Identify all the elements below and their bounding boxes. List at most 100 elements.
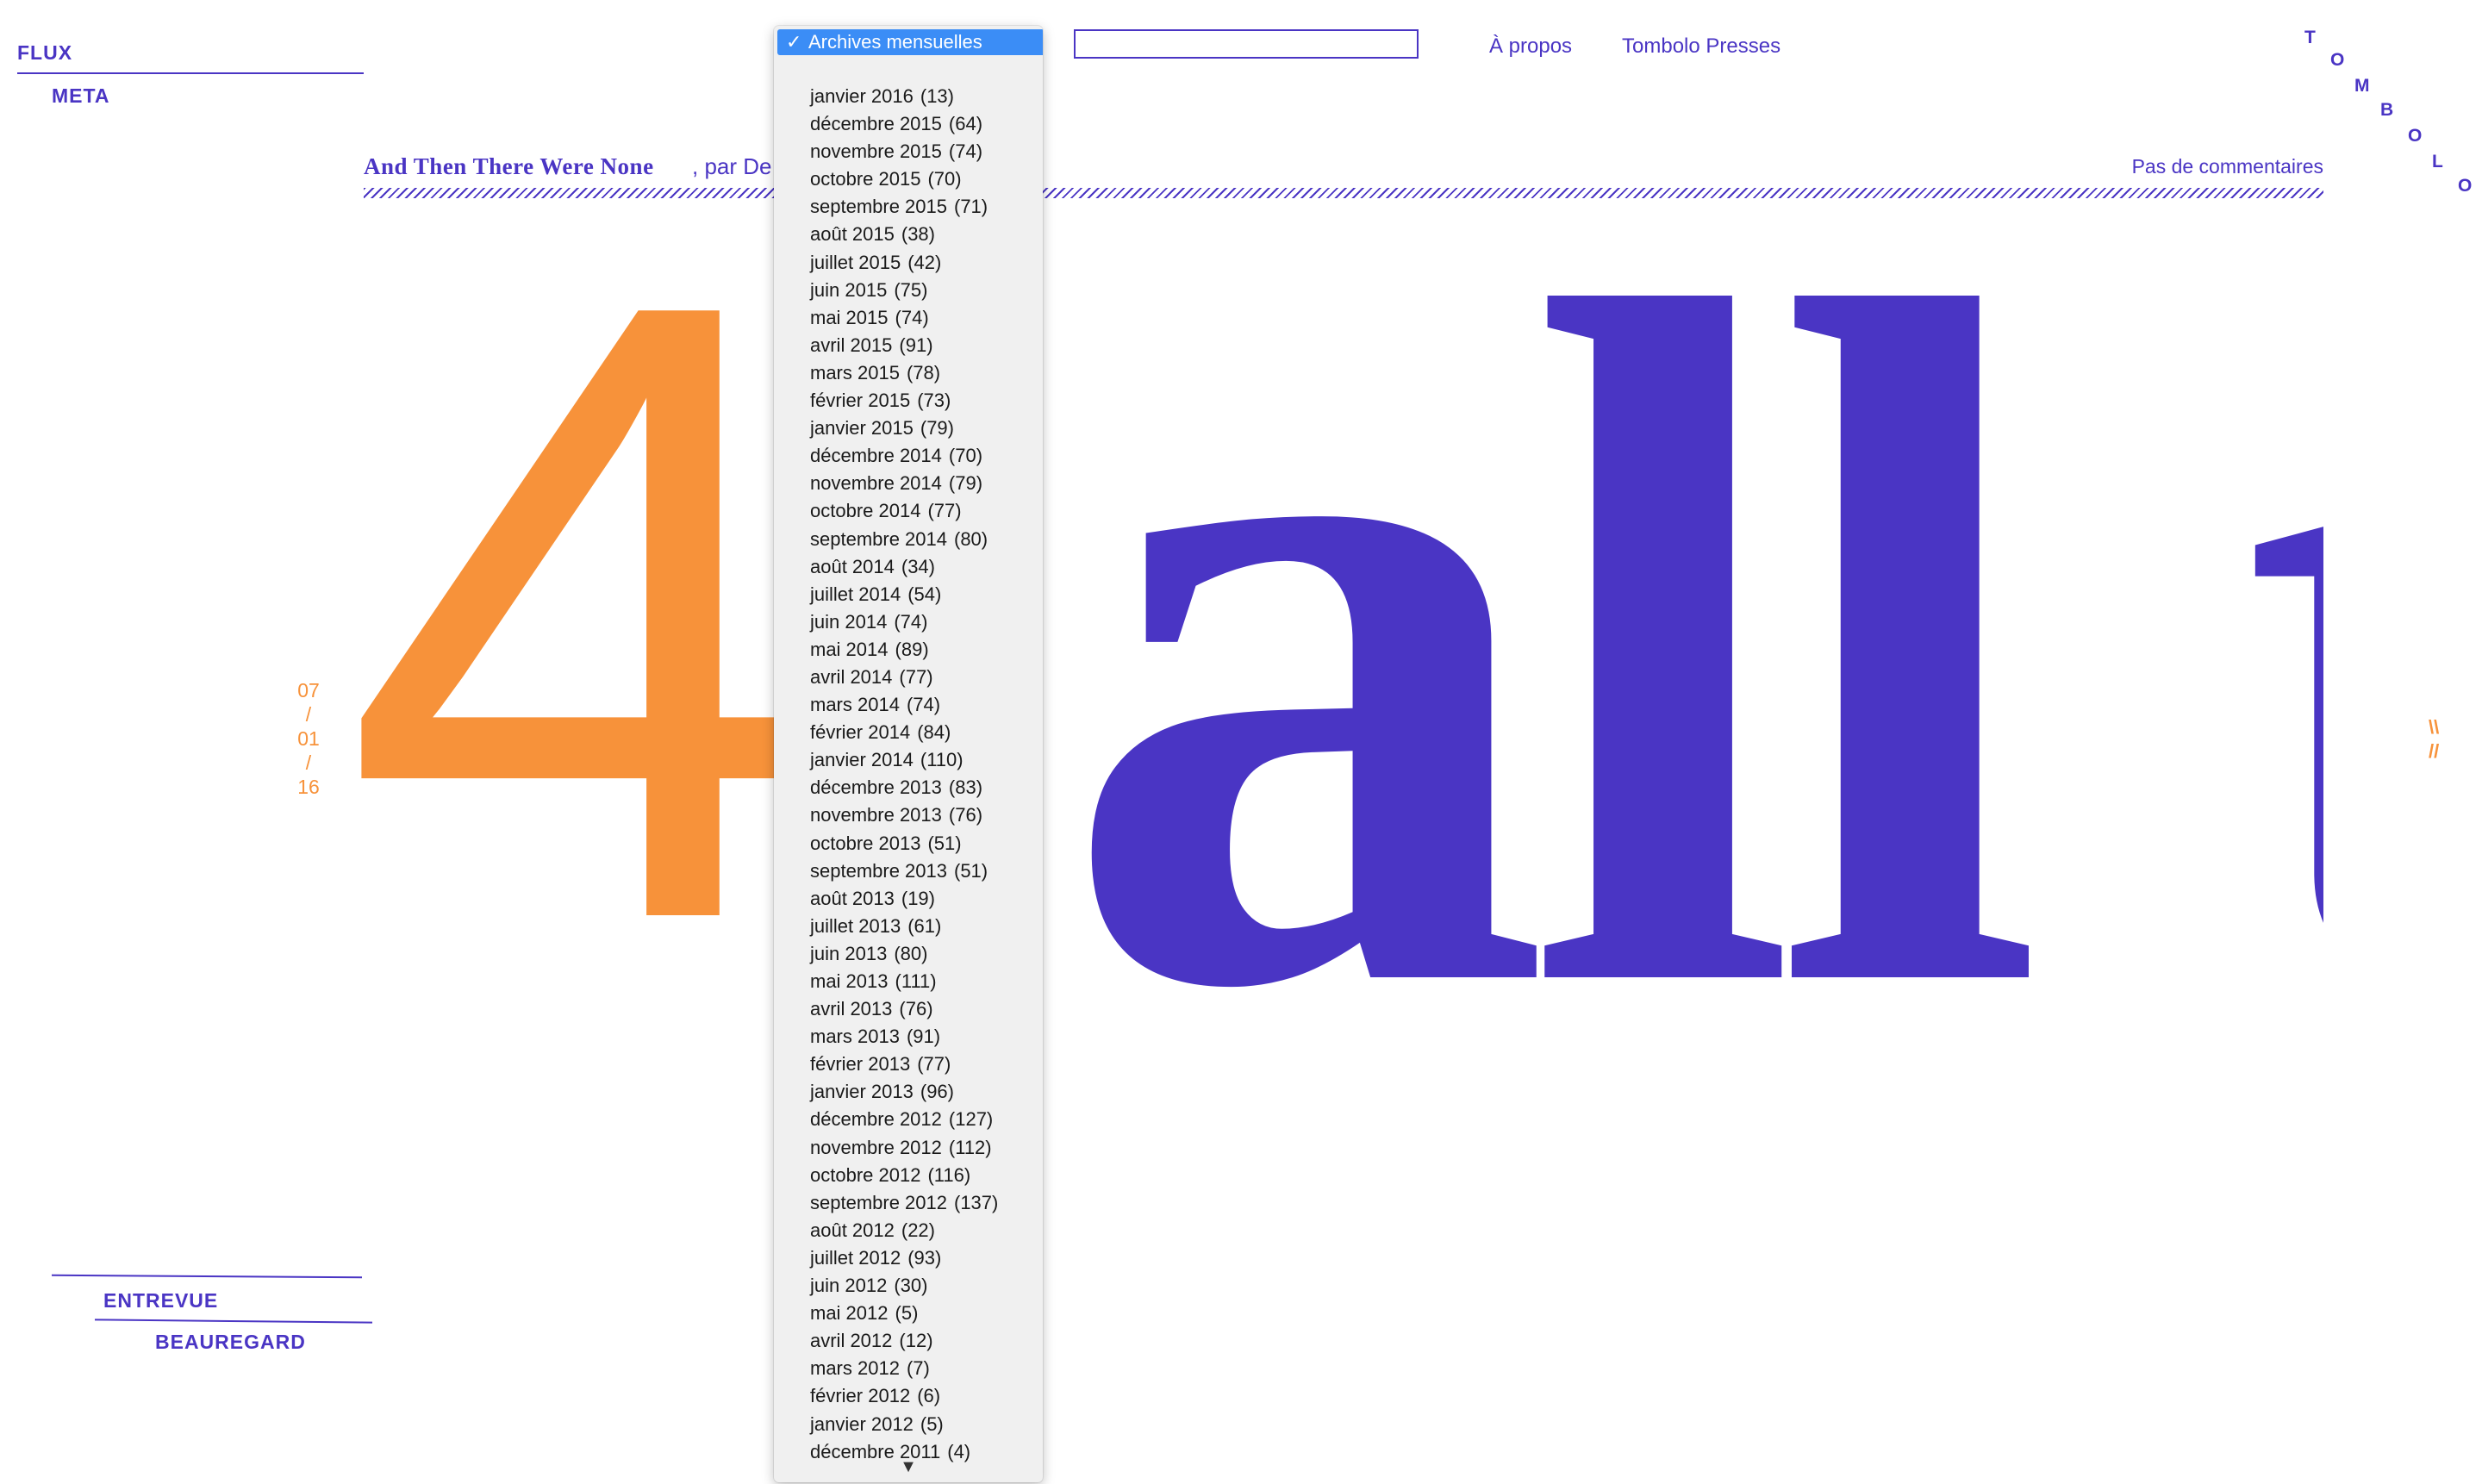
archive-option-count: (51) [954, 859, 988, 882]
archive-option[interactable]: février 2014 (84) [774, 719, 1043, 746]
archive-option-count: (116) [927, 1163, 971, 1186]
archive-option-month: janvier 2015 [810, 417, 914, 440]
archive-option-month: août 2014 [810, 555, 895, 577]
archive-option-count: (77) [899, 665, 933, 688]
archive-option-count: (79) [920, 417, 954, 440]
archive-option[interactable]: janvier 2013 (96) [774, 1078, 1043, 1106]
archive-option-count: (6) [917, 1385, 941, 1407]
archive-option-month: janvier 2012 [810, 1412, 914, 1435]
archive-option-count: (30) [894, 1275, 928, 1297]
archive-option-month: août 2012 [810, 1219, 895, 1241]
archive-option-count: (13) [920, 85, 954, 107]
archive-option[interactable]: décembre 2015 (64) [774, 110, 1043, 138]
archive-option-count: (19) [901, 887, 935, 909]
archive-option[interactable]: septembre 2012 (137) [774, 1189, 1043, 1217]
archive-option[interactable]: juillet 2015 (42) [774, 249, 1043, 277]
hero-number: 4 [341, 121, 831, 1102]
post-date-separator: / [305, 703, 312, 726]
archive-option-count: (12) [899, 1330, 933, 1352]
archive-option[interactable]: mars 2015 (78) [774, 359, 1043, 387]
archive-option[interactable]: août 2012 (22) [774, 1217, 1043, 1244]
archive-option[interactable]: avril 2015 (91) [774, 332, 1043, 359]
archive-option[interactable]: juillet 2012 (93) [774, 1244, 1043, 1272]
archive-option-month: avril 2014 [810, 665, 893, 688]
archive-option[interactable]: novembre 2014 (79) [774, 470, 1043, 497]
hero-word: all t [1060, 102, 2323, 1190]
archive-option-month: juillet 2013 [810, 914, 901, 937]
archive-option-month: mars 2013 [810, 1026, 900, 1048]
hero-graphic[interactable]: 4 all t [0, 0, 2323, 1484]
archive-option[interactable]: octobre 2012 (116) [774, 1162, 1043, 1189]
logo-letter: B [2380, 100, 2394, 120]
archive-option-count: (93) [907, 1246, 942, 1269]
archive-dropdown-selected[interactable]: ✓ Archives mensuelles [777, 29, 1043, 55]
archive-option-month: octobre 2015 [810, 168, 921, 190]
archive-option-month: septembre 2013 [810, 859, 947, 882]
archive-option-count: (76) [899, 998, 933, 1020]
archive-option-month: octobre 2014 [810, 500, 921, 522]
archive-option[interactable]: juin 2012 (30) [774, 1272, 1043, 1300]
archive-option[interactable]: janvier 2015 (79) [774, 415, 1043, 442]
archive-option[interactable]: novembre 2015 (74) [774, 138, 1043, 165]
archive-dropdown-selected-label: Archives mensuelles [808, 31, 982, 53]
archive-option-month: février 2013 [810, 1053, 911, 1076]
archive-option[interactable]: mai 2014 (89) [774, 636, 1043, 664]
archive-option[interactable]: juin 2013 (80) [774, 940, 1043, 968]
archive-option[interactable]: janvier 2014 (110) [774, 746, 1043, 774]
archive-option[interactable]: août 2015 (38) [774, 221, 1043, 248]
archive-option[interactable]: novembre 2013 (76) [774, 801, 1043, 829]
archive-option[interactable]: juin 2014 (74) [774, 608, 1043, 636]
archive-option-month: septembre 2015 [810, 196, 947, 218]
archive-option[interactable]: octobre 2015 (70) [774, 165, 1043, 193]
archive-option[interactable]: mars 2013 (91) [774, 1023, 1043, 1051]
archive-option[interactable]: janvier 2012 (5) [774, 1411, 1043, 1438]
archive-option[interactable]: octobre 2013 (51) [774, 830, 1043, 857]
archive-option[interactable]: septembre 2015 (71) [774, 193, 1043, 221]
archive-option-month: novembre 2015 [810, 140, 942, 163]
archive-option[interactable]: décembre 2014 (70) [774, 442, 1043, 470]
archive-option-count: (22) [901, 1219, 935, 1241]
archive-option-count: (111) [895, 970, 937, 992]
arrows-bottom: // [2429, 740, 2440, 762]
archive-option[interactable]: mai 2013 (111) [774, 968, 1043, 995]
archive-option[interactable]: mai 2015 (74) [774, 304, 1043, 332]
post-date-year: 16 [297, 776, 320, 798]
archive-option[interactable]: juin 2015 (75) [774, 277, 1043, 304]
archive-option-count: (84) [917, 721, 951, 744]
archive-option[interactable]: avril 2013 (76) [774, 995, 1043, 1023]
archive-option[interactable]: mai 2012 (5) [774, 1300, 1043, 1327]
archive-option[interactable]: novembre 2012 (112) [774, 1134, 1043, 1162]
archive-option[interactable]: août 2014 (34) [774, 553, 1043, 581]
archive-option[interactable]: septembre 2013 (51) [774, 857, 1043, 885]
archive-option-count: (77) [917, 1053, 951, 1076]
archive-option-count: (71) [954, 196, 988, 218]
archive-option[interactable]: février 2013 (77) [774, 1051, 1043, 1078]
archive-option[interactable]: mars 2012 (7) [774, 1355, 1043, 1382]
archive-option[interactable]: avril 2014 (77) [774, 664, 1043, 691]
archive-dropdown[interactable]: ✓ Archives mensuelles janvier 2016 (13) dé… [774, 26, 1043, 1482]
archive-option[interactable]: janvier 2016 (13) [774, 83, 1043, 110]
archive-option-count: (76) [948, 804, 983, 826]
archive-option[interactable]: décembre 2013 (83) [774, 774, 1043, 801]
archive-option[interactable]: mars 2014 (74) [774, 691, 1043, 719]
archive-option[interactable]: juillet 2014 (54) [774, 581, 1043, 608]
archive-option-month: décembre 2013 [810, 776, 942, 799]
archive-option-month: novembre 2012 [810, 1136, 942, 1158]
archive-option[interactable]: août 2013 (19) [774, 885, 1043, 913]
archive-option-count: (79) [948, 472, 983, 495]
archive-option[interactable]: février 2015 (73) [774, 387, 1043, 415]
archive-option-count: (7) [906, 1357, 930, 1380]
scroll-down-icon[interactable]: ▼ [774, 1457, 1043, 1477]
archive-option-month: novembre 2014 [810, 472, 942, 495]
archive-option[interactable]: février 2012 (6) [774, 1382, 1043, 1410]
archive-option[interactable]: octobre 2014 (77) [774, 497, 1043, 525]
archive-option-count: (127) [948, 1108, 994, 1131]
archive-option[interactable]: septembre 2014 (80) [774, 526, 1043, 553]
archive-option-count: (91) [906, 1026, 941, 1048]
archive-option-count: (78) [906, 361, 941, 383]
next-post-arrows[interactable]: \\ // [2429, 715, 2439, 764]
archive-option-count: (77) [927, 500, 962, 522]
archive-option[interactable]: avril 2012 (12) [774, 1327, 1043, 1355]
archive-option[interactable]: juillet 2013 (61) [774, 913, 1043, 940]
archive-option[interactable]: décembre 2012 (127) [774, 1106, 1043, 1133]
